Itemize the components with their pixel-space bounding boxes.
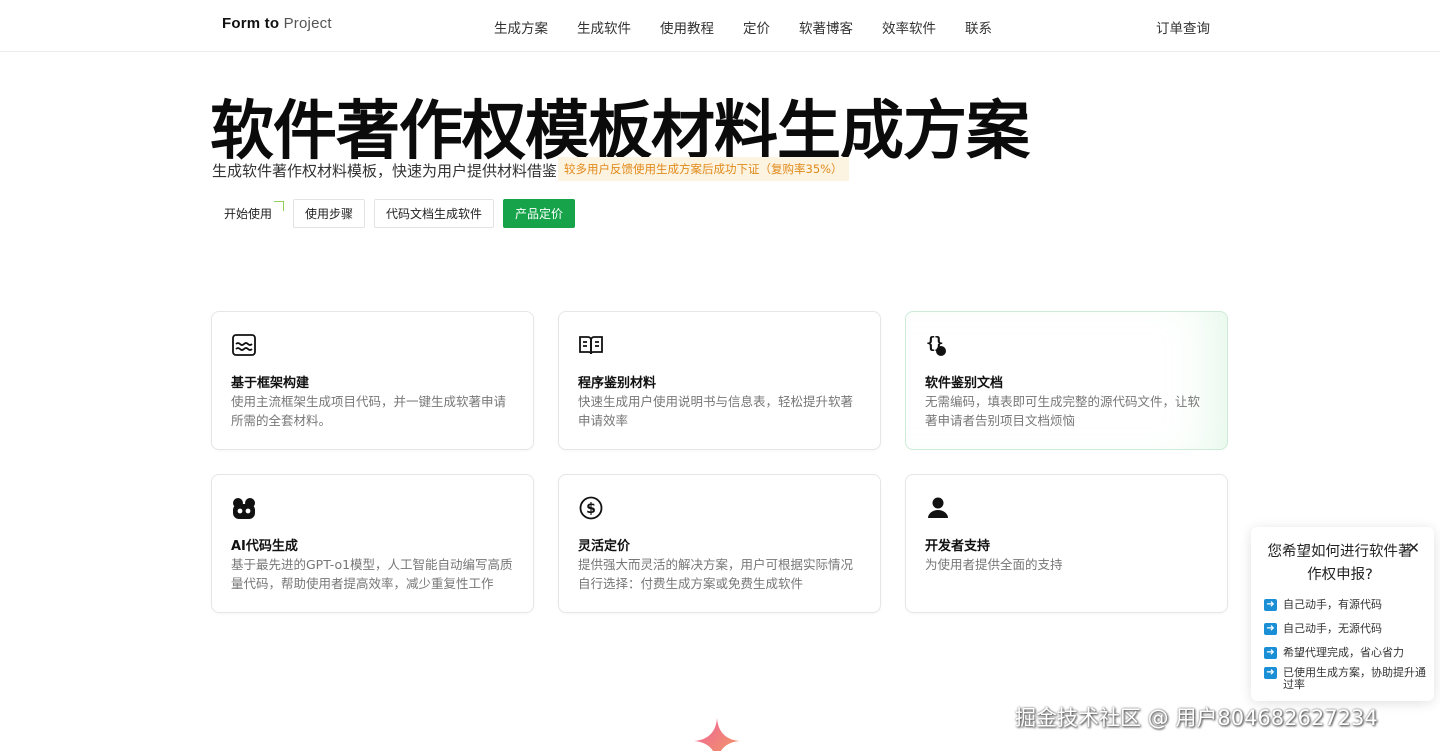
main-nav: 生成方案 生成软件 使用教程 定价 软著博客 效率软件 联系 bbox=[494, 17, 992, 37]
survey-popup: 您希望如何进行软件著作权申报? ✕ ➜ 自己动手，有源代码 ➜ 自己动手，无源代… bbox=[1251, 527, 1434, 701]
nav-item-solution[interactable]: 生成方案 bbox=[494, 17, 548, 37]
feature-card-pricing: $ 灵活定价 提供强大而灵活的解决方案，用户可根据实际情况自行选择：付费生成方案… bbox=[558, 474, 881, 613]
logo-light: Project bbox=[279, 15, 332, 32]
hero-actions: 开始使用 使用步骤 代码文档生成软件 产品定价 bbox=[212, 199, 576, 228]
arrow-right-icon: ➜ bbox=[1264, 647, 1277, 659]
popup-option-label: 自己动手，有源代码 bbox=[1283, 598, 1382, 611]
nav-item-software[interactable]: 生成软件 bbox=[577, 17, 631, 37]
open-book-icon bbox=[578, 332, 604, 358]
nav-item-tutorial[interactable]: 使用教程 bbox=[660, 17, 714, 37]
popup-option[interactable]: ➜ 已使用生成方案，协助提升通过率 bbox=[1264, 667, 1429, 691]
popup-option-label: 自己动手，无源代码 bbox=[1283, 622, 1382, 635]
sparkle-icon bbox=[694, 718, 740, 751]
feature-card-program-material: 程序鉴别材料 快速生成用户使用说明书与信息表，轻松提升软著申请效率 bbox=[558, 311, 881, 450]
logo[interactable]: Form to Project bbox=[222, 15, 332, 32]
hero-subtitle: 生成软件著作权材料模板，快速为用户提供材料借鉴 bbox=[212, 162, 558, 180]
popup-option-label: 希望代理完成，省心省力 bbox=[1283, 646, 1404, 659]
waves-frame-icon bbox=[231, 332, 257, 358]
arrow-right-icon: ➜ bbox=[1264, 667, 1277, 679]
codegen-software-button[interactable]: 代码文档生成软件 bbox=[374, 199, 495, 228]
feature-desc: 提供强大而灵活的解决方案，用户可根据实际情况自行选择：付费生成方案或免费生成软件 bbox=[578, 557, 854, 591]
feature-desc: 使用主流框架生成项目代码，并一键生成软著申请所需的全套材料。 bbox=[231, 394, 507, 428]
arrow-right-icon: ➜ bbox=[1264, 623, 1277, 635]
feature-title: 基于框架构建 bbox=[231, 376, 310, 391]
pricing-button[interactable]: 产品定价 bbox=[503, 199, 576, 228]
dollar-circle-icon: $ bbox=[578, 495, 604, 521]
watermark: 掘金技术社区 @ 用户804682627234 bbox=[1015, 706, 1378, 730]
steps-button[interactable]: 使用步骤 bbox=[293, 199, 366, 228]
feature-title: 程序鉴别材料 bbox=[578, 376, 657, 391]
feature-title: 灵活定价 bbox=[578, 539, 631, 554]
site-header: Form to Project 生成方案 生成软件 使用教程 定价 软著博客 效… bbox=[0, 0, 1440, 52]
svg-text:$: $ bbox=[586, 501, 596, 517]
arrow-right-icon: ➜ bbox=[1264, 599, 1277, 611]
feature-card-framework: 基于框架构建 使用主流框架生成项目代码，并一键生成软著申请所需的全套材料。 bbox=[211, 311, 534, 450]
feature-card-software-doc: { } 软件鉴别文档 无需编码，填表即可生成完整的源代码文件，让软著申请者告别项… bbox=[905, 311, 1228, 450]
nav-item-pricing[interactable]: 定价 bbox=[743, 17, 770, 37]
feature-desc: 为使用者提供全面的支持 bbox=[925, 557, 1063, 572]
logo-bold: Form to bbox=[222, 15, 280, 32]
feature-desc: 基于最先进的GPT-o1模型，人工智能自动编写高质量代码，帮助使用者提高效率，减… bbox=[231, 557, 513, 591]
braces-dot-icon: { } bbox=[925, 332, 951, 358]
feature-card-ai-code: AI代码生成 基于最先进的GPT-o1模型，人工智能自动编写高质量代码，帮助使用… bbox=[211, 474, 534, 613]
user-icon bbox=[925, 495, 951, 521]
order-query-link[interactable]: 订单查询 bbox=[1156, 17, 1210, 37]
start-button[interactable]: 开始使用 bbox=[212, 199, 285, 228]
nav-item-blog[interactable]: 软著博客 bbox=[799, 17, 853, 37]
popup-option-label: 已使用生成方案，协助提升通过率 bbox=[1283, 666, 1426, 691]
success-badge: 较多用户反馈使用生成方案后成功下证（复购率35%） bbox=[558, 157, 849, 181]
feature-title: 软件鉴别文档 bbox=[925, 376, 1004, 391]
nav-item-efficiency[interactable]: 效率软件 bbox=[882, 17, 936, 37]
nav-item-contact[interactable]: 联系 bbox=[965, 17, 992, 37]
close-icon[interactable]: ✕ bbox=[1407, 539, 1420, 557]
feature-title: 开发者支持 bbox=[925, 539, 991, 554]
github-icon bbox=[231, 495, 257, 521]
feature-title: AI代码生成 bbox=[231, 539, 298, 554]
feature-desc: 无需编码，填表即可生成完整的源代码文件，让软著申请者告别项目文档烦恼 bbox=[925, 394, 1201, 428]
popup-option[interactable]: ➜ 自己动手，有源代码 bbox=[1264, 599, 1429, 611]
feature-card-developer-support: 开发者支持 为使用者提供全面的支持 bbox=[905, 474, 1228, 613]
popup-option[interactable]: ➜ 自己动手，无源代码 bbox=[1264, 623, 1429, 635]
feature-desc: 快速生成用户使用说明书与信息表，轻松提升软著申请效率 bbox=[578, 394, 854, 428]
popup-option[interactable]: ➜ 希望代理完成，省心省力 bbox=[1264, 647, 1429, 659]
popup-title: 您希望如何进行软件著作权申报? bbox=[1267, 544, 1413, 583]
